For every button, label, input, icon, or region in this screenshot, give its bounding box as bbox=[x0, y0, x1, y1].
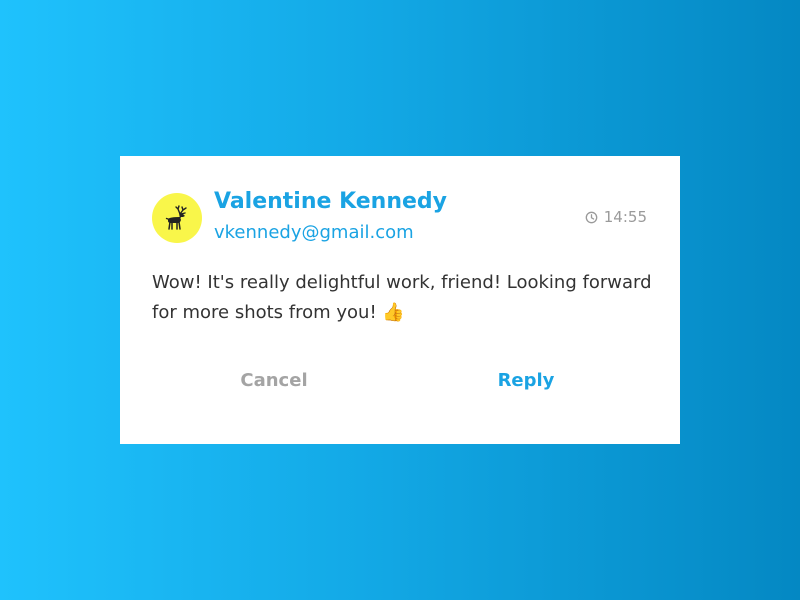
clock-icon bbox=[585, 211, 598, 223]
deer-icon bbox=[165, 205, 187, 230]
action-bar: Cancel Reply bbox=[120, 362, 680, 398]
avatar[interactable] bbox=[152, 193, 202, 243]
timestamp-text: 14:55 bbox=[603, 208, 647, 226]
sender-email[interactable]: vkennedy@gmail.com bbox=[214, 222, 414, 243]
reply-button[interactable]: Reply bbox=[446, 362, 606, 398]
sender-name[interactable]: Valentine Kennedy bbox=[214, 189, 447, 214]
message-text: Wow! It's really delightful work, friend… bbox=[152, 272, 652, 323]
message-card: Valentine Kennedy vkennedy@gmail.com 14:… bbox=[120, 156, 680, 444]
cancel-button[interactable]: Cancel bbox=[194, 362, 354, 398]
timestamp: 14:55 bbox=[585, 208, 647, 226]
